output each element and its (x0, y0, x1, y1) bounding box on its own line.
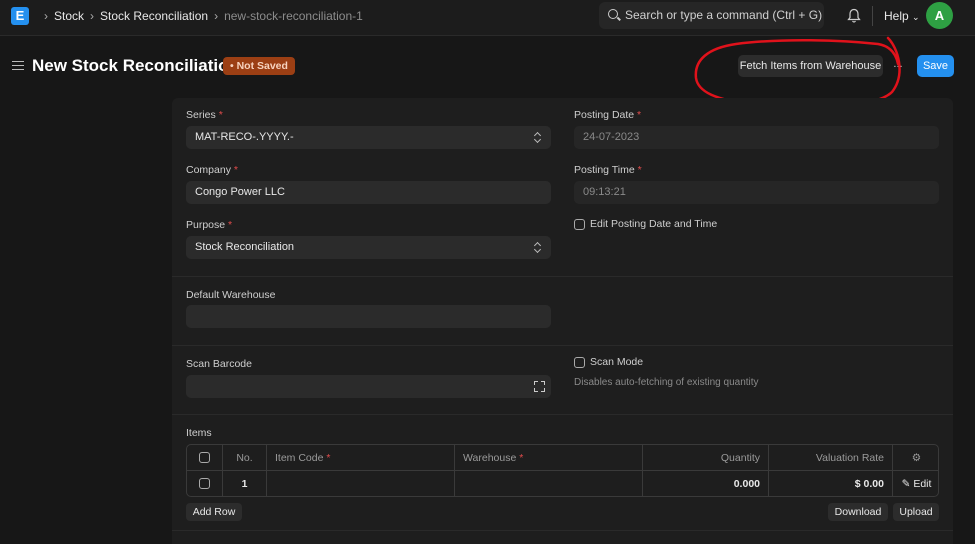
posting-time-value: 09:13:21 (583, 186, 626, 198)
search-icon (608, 9, 618, 19)
breadcrumb-stock[interactable]: Stock (54, 9, 84, 23)
download-button[interactable]: Download (828, 503, 888, 521)
row-warehouse[interactable] (455, 471, 643, 496)
help-label: Help (884, 9, 909, 23)
section-divider (172, 276, 953, 277)
row-edit-button[interactable]: ✎ Edit (893, 471, 938, 496)
row-no: 1 (223, 471, 267, 496)
required-marker: * (218, 109, 223, 121)
posting-time-label-text: Posting Time (574, 164, 635, 176)
table-row[interactable]: 1 0.000 $ 0.00 ✎ Edit (187, 471, 938, 496)
breadcrumb: › Stock › Stock Reconciliation › new-stock-re… (38, 9, 363, 23)
column-header-valuation-rate: Valuation Rate (769, 445, 893, 471)
column-header-warehouse: Warehouse * (455, 445, 643, 471)
chevron-right-icon: › (214, 9, 219, 23)
posting-time-field[interactable]: 09:13:21 (574, 181, 939, 204)
posting-time-label: Posting Time * (574, 164, 642, 176)
chevron-right-icon: › (90, 9, 95, 23)
scan-barcode-field[interactable] (186, 375, 551, 398)
search-placeholder: Search or type a command (Ctrl + G) (625, 8, 823, 22)
row-checkbox[interactable] (199, 478, 210, 489)
pencil-icon: ✎ (901, 478, 911, 490)
series-label: Series * (186, 109, 223, 121)
status-badge: • Not Saved (223, 57, 295, 75)
settings-icon[interactable]: ⚙ (893, 445, 938, 471)
page-title: New Stock Reconciliation (32, 56, 239, 75)
posting-date-field[interactable]: 24-07-2023 (574, 126, 939, 149)
purpose-value: Stock Reconciliation (195, 241, 295, 253)
navbar-divider (872, 6, 873, 26)
row-quantity[interactable]: 0.000 (643, 471, 769, 496)
column-header-item-code: Item Code * (267, 445, 455, 471)
row-edit-label: Edit (913, 478, 932, 490)
help-menu[interactable]: Help ⌄ (884, 9, 920, 23)
posting-date-value: 24-07-2023 (583, 131, 640, 143)
form-body: Series * MAT-RECO-.YYYY.- Company * Cong… (172, 98, 953, 544)
column-header-quantity: Quantity (643, 445, 769, 471)
posting-date-label-text: Posting Date (574, 109, 635, 121)
scan-barcode-icon[interactable] (534, 381, 545, 392)
column-header-warehouse-text: Warehouse (463, 452, 517, 464)
required-marker: * (233, 164, 238, 176)
posting-date-label: Posting Date * (574, 109, 641, 121)
status-badge-label: Not Saved (236, 60, 288, 72)
chevron-down-icon: ⌄ (912, 12, 920, 22)
row-select-cell (187, 471, 223, 496)
row-item-code[interactable] (267, 471, 455, 496)
required-marker: * (228, 219, 233, 231)
select-arrows-icon (535, 132, 541, 143)
required-marker: * (326, 452, 331, 464)
sidebar-toggle-icon[interactable] (12, 61, 24, 70)
scan-barcode-label: Scan Barcode (186, 358, 252, 370)
company-label-text: Company (186, 164, 231, 176)
required-marker: * (637, 164, 642, 176)
chevron-right-icon: › (44, 9, 48, 23)
company-value: Congo Power LLC (195, 186, 285, 198)
select-arrows-icon (535, 242, 541, 253)
table-header-row: No. Item Code * Warehouse * Quantity Val… (187, 445, 938, 471)
purpose-select[interactable]: Stock Reconciliation (186, 236, 551, 259)
search-input[interactable]: Search or type a command (Ctrl + G) (599, 2, 824, 29)
series-select[interactable]: MAT-RECO-.YYYY.- (186, 126, 551, 149)
add-row-button[interactable]: Add Row (186, 503, 242, 521)
select-all-cell (187, 445, 223, 471)
section-divider (172, 530, 953, 531)
avatar[interactable]: A (926, 2, 953, 29)
scan-mode-checkbox[interactable] (574, 357, 585, 368)
scan-mode-label: Scan Mode (590, 356, 644, 368)
navbar: E › Stock › Stock Reconciliation › new-stock-… (0, 0, 975, 36)
app-logo[interactable]: E (11, 7, 29, 25)
purpose-label-text: Purpose (186, 219, 226, 231)
edit-posting-label: Edit Posting Date and Time (590, 218, 718, 230)
bell-icon[interactable] (847, 8, 861, 24)
section-divider (172, 414, 953, 415)
column-header-item-code-text: Item Code (275, 452, 324, 464)
breadcrumb-current: new-stock-reconciliation-1 (224, 9, 363, 23)
required-marker: * (519, 452, 524, 464)
required-marker: * (637, 109, 642, 121)
upload-button[interactable]: Upload (893, 503, 939, 521)
breadcrumb-stock-reconciliation[interactable]: Stock Reconciliation (100, 9, 208, 23)
purpose-label: Purpose * (186, 219, 232, 231)
column-header-no: No. (223, 445, 267, 471)
series-value: MAT-RECO-.YYYY.- (195, 131, 294, 143)
select-all-checkbox[interactable] (199, 452, 210, 463)
items-table: No. Item Code * Warehouse * Quantity Val… (186, 444, 939, 497)
company-label: Company * (186, 164, 238, 176)
items-label: Items (186, 427, 212, 439)
series-label-text: Series (186, 109, 216, 121)
scan-mode-help: Disables auto-fetching of existing quant… (574, 377, 759, 388)
company-field[interactable]: Congo Power LLC (186, 181, 551, 204)
row-valuation-rate[interactable]: $ 0.00 (769, 471, 893, 496)
edit-posting-checkbox[interactable] (574, 219, 585, 230)
section-divider (172, 345, 953, 346)
default-warehouse-label: Default Warehouse (186, 289, 276, 301)
save-button[interactable]: Save (917, 55, 954, 77)
default-warehouse-field[interactable] (186, 305, 551, 328)
